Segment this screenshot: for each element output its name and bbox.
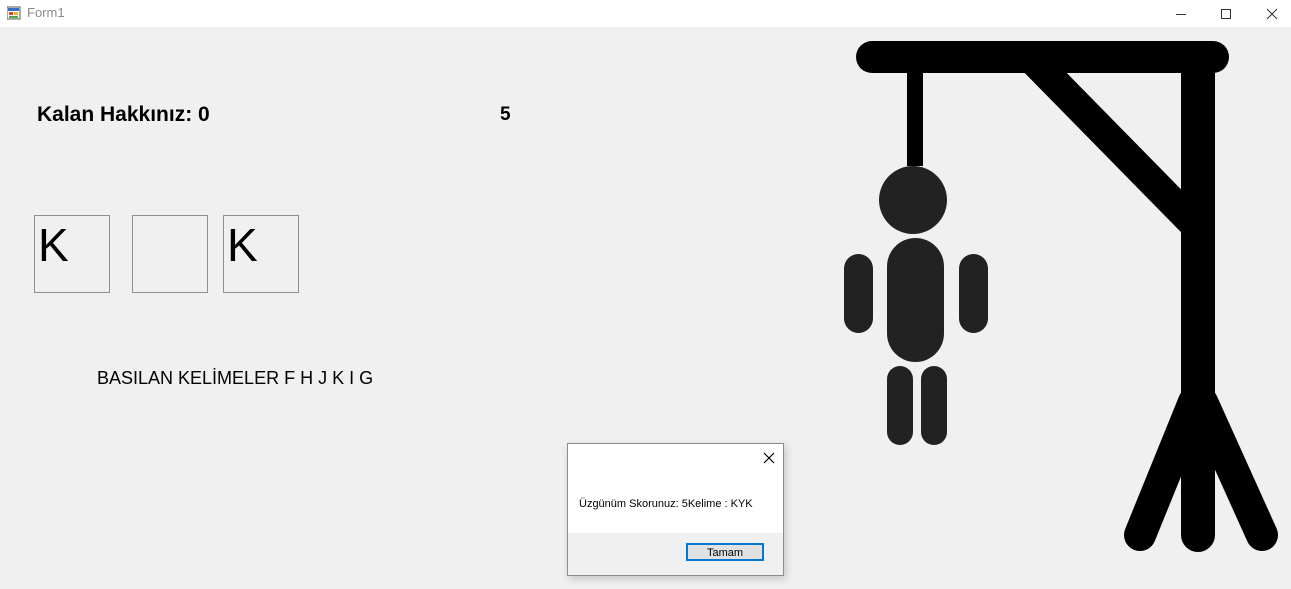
right-leg [921,366,947,445]
left-leg [887,366,913,445]
left-arm [844,254,873,333]
ok-button[interactable]: Tamam [686,543,764,561]
right-arm [959,254,988,333]
dialog-close-button[interactable] [761,450,777,466]
message-box: Üzgünüm Skorunuz: 5Kelime : KYK Tamam [567,443,784,576]
hanged-man [844,166,988,445]
torso [887,238,944,362]
head [879,166,947,234]
close-icon [763,452,775,464]
gallows-brace [1021,48,1207,237]
dialog-footer: Tamam [568,533,783,575]
dialog-message: Üzgünüm Skorunuz: 5Kelime : KYK [579,498,753,510]
